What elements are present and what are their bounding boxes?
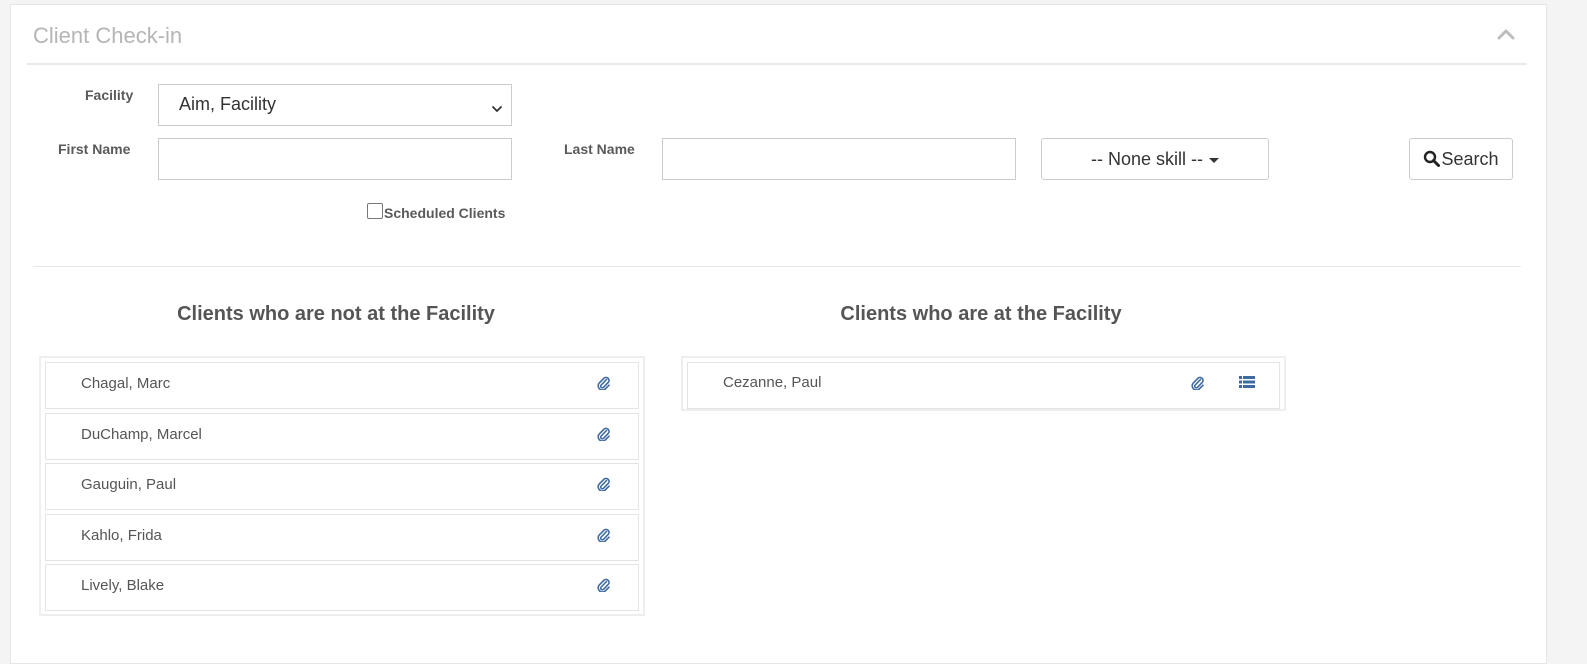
scheduled-clients-checkbox[interactable]: [367, 203, 383, 219]
paperclip-icon[interactable]: [597, 375, 610, 395]
caret-down-icon: [1209, 157, 1219, 163]
first-name-input[interactable]: [158, 138, 512, 180]
search-button-label: Search: [1441, 149, 1499, 169]
skill-dropdown-button[interactable]: -- None skill --: [1041, 138, 1269, 180]
at-facility-title: Clients who are at the Facility: [840, 303, 1122, 325]
paperclip-icon[interactable]: [597, 527, 610, 547]
client-name: Cezanne, Paul: [723, 374, 822, 391]
panel-title: Client Check-in: [33, 23, 183, 48]
not-at-facility-title: Clients who are not at the Facility: [177, 303, 495, 325]
facility-select-value: Aim, Facility: [179, 94, 277, 114]
client-name: Kahlo, Frida: [81, 526, 162, 544]
client-list-item[interactable]: Lively, Blake: [45, 564, 639, 611]
facility-select[interactable]: Aim, Facility: [158, 84, 512, 126]
client-list-item[interactable]: Kahlo, Frida: [45, 513, 639, 561]
paperclip-icon[interactable]: [597, 577, 610, 597]
client-name: Gauguin, Paul: [81, 476, 177, 493]
client-list-item[interactable]: Gauguin, Paul: [45, 463, 639, 510]
client-name: Chagal, Marc: [81, 375, 171, 392]
facility-label: Facility: [85, 87, 134, 103]
last-name-input[interactable]: [662, 138, 1016, 180]
first-name-label: First Name: [58, 141, 131, 157]
not-at-facility-list: Chagal, Marc DuChamp, Marcel Gauguin, Paul…: [39, 356, 645, 616]
chevron-down-icon: [491, 99, 503, 112]
list-icon[interactable]: [1239, 375, 1255, 394]
paperclip-icon[interactable]: [597, 476, 610, 496]
client-name: DuChamp, Marcel: [81, 425, 202, 443]
skill-dropdown-label: -- None skill --: [1090, 149, 1203, 169]
scheduled-clients-label[interactable]: Scheduled Clients: [384, 205, 505, 221]
chevron-up-icon[interactable]: [1497, 27, 1515, 41]
paperclip-icon[interactable]: [1191, 375, 1204, 395]
search-icon: [1424, 150, 1441, 167]
search-button[interactable]: Search: [1409, 138, 1513, 180]
paperclip-icon[interactable]: [597, 426, 610, 446]
panel-header: Client Check-in: [27, 5, 1527, 65]
section-divider: [33, 266, 1521, 267]
last-name-label: Last Name: [564, 141, 635, 157]
client-name: Lively, Blake: [81, 577, 165, 594]
at-facility-list: Cezanne, Paul: [681, 356, 1286, 411]
client-checkin-panel: Client Check-in Facility Aim, Facility F…: [10, 4, 1547, 664]
client-list-item[interactable]: Cezanne, Paul: [687, 362, 1280, 409]
client-list-item[interactable]: DuChamp, Marcel: [45, 412, 639, 460]
client-list-item[interactable]: Chagal, Marc: [45, 362, 639, 409]
